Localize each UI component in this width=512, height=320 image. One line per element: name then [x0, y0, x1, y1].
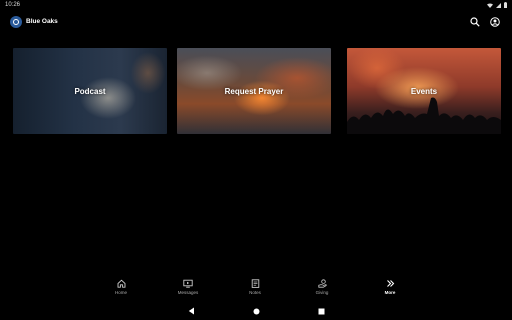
crowd-silhouette — [347, 97, 501, 134]
back-icon — [188, 307, 194, 315]
app-bar: Blue Oaks — [0, 13, 512, 33]
tile-request-prayer-label: Request Prayer — [224, 86, 284, 96]
tile-events-label: Events — [410, 86, 438, 96]
app-actions — [470, 17, 500, 27]
nav-messages-label: Messages — [177, 290, 199, 295]
nav-notes-label: Notes — [249, 290, 261, 295]
tv-icon — [183, 279, 193, 288]
nav-more-label: More — [384, 290, 396, 295]
giving-icon — [317, 279, 327, 288]
tile-request-prayer[interactable]: Request Prayer — [177, 48, 331, 134]
home-circle-icon — [253, 308, 259, 314]
account-circle-icon[interactable] — [490, 17, 500, 27]
notes-icon — [251, 279, 259, 288]
nav-home-label: Home — [114, 290, 127, 295]
back-button[interactable] — [185, 306, 197, 316]
nav-notes[interactable]: Notes — [235, 279, 275, 301]
tile-grid: Podcast Request Prayer Events — [13, 48, 502, 134]
recents-button[interactable] — [315, 306, 327, 316]
system-nav-bar — [0, 304, 512, 318]
home-icon — [117, 279, 125, 288]
nav-messages[interactable]: Messages — [168, 279, 208, 301]
double-chevron-right-icon — [386, 280, 394, 287]
home-system-button[interactable] — [250, 306, 262, 316]
battery-icon — [504, 2, 507, 8]
app-title: Blue Oaks — [26, 18, 58, 25]
nav-home[interactable]: Home — [101, 279, 141, 301]
nav-more[interactable]: More — [370, 279, 410, 301]
status-time: 10:26 — [5, 2, 21, 8]
logo — [10, 16, 22, 28]
bottom-nav: Home Messages Notes Giving More — [0, 279, 512, 301]
tile-podcast-label: Podcast — [74, 86, 106, 96]
tile-podcast[interactable]: Podcast — [13, 48, 167, 134]
recents-icon — [318, 308, 324, 314]
signal-icon — [496, 2, 501, 8]
status-bar: 10:26 — [0, 0, 512, 10]
status-icons — [487, 2, 507, 8]
nav-giving-label: Giving — [315, 290, 329, 295]
search-icon[interactable] — [470, 17, 480, 27]
tile-events[interactable]: Events — [347, 48, 501, 134]
wifi-icon — [487, 3, 493, 8]
nav-giving[interactable]: Giving — [302, 279, 342, 301]
